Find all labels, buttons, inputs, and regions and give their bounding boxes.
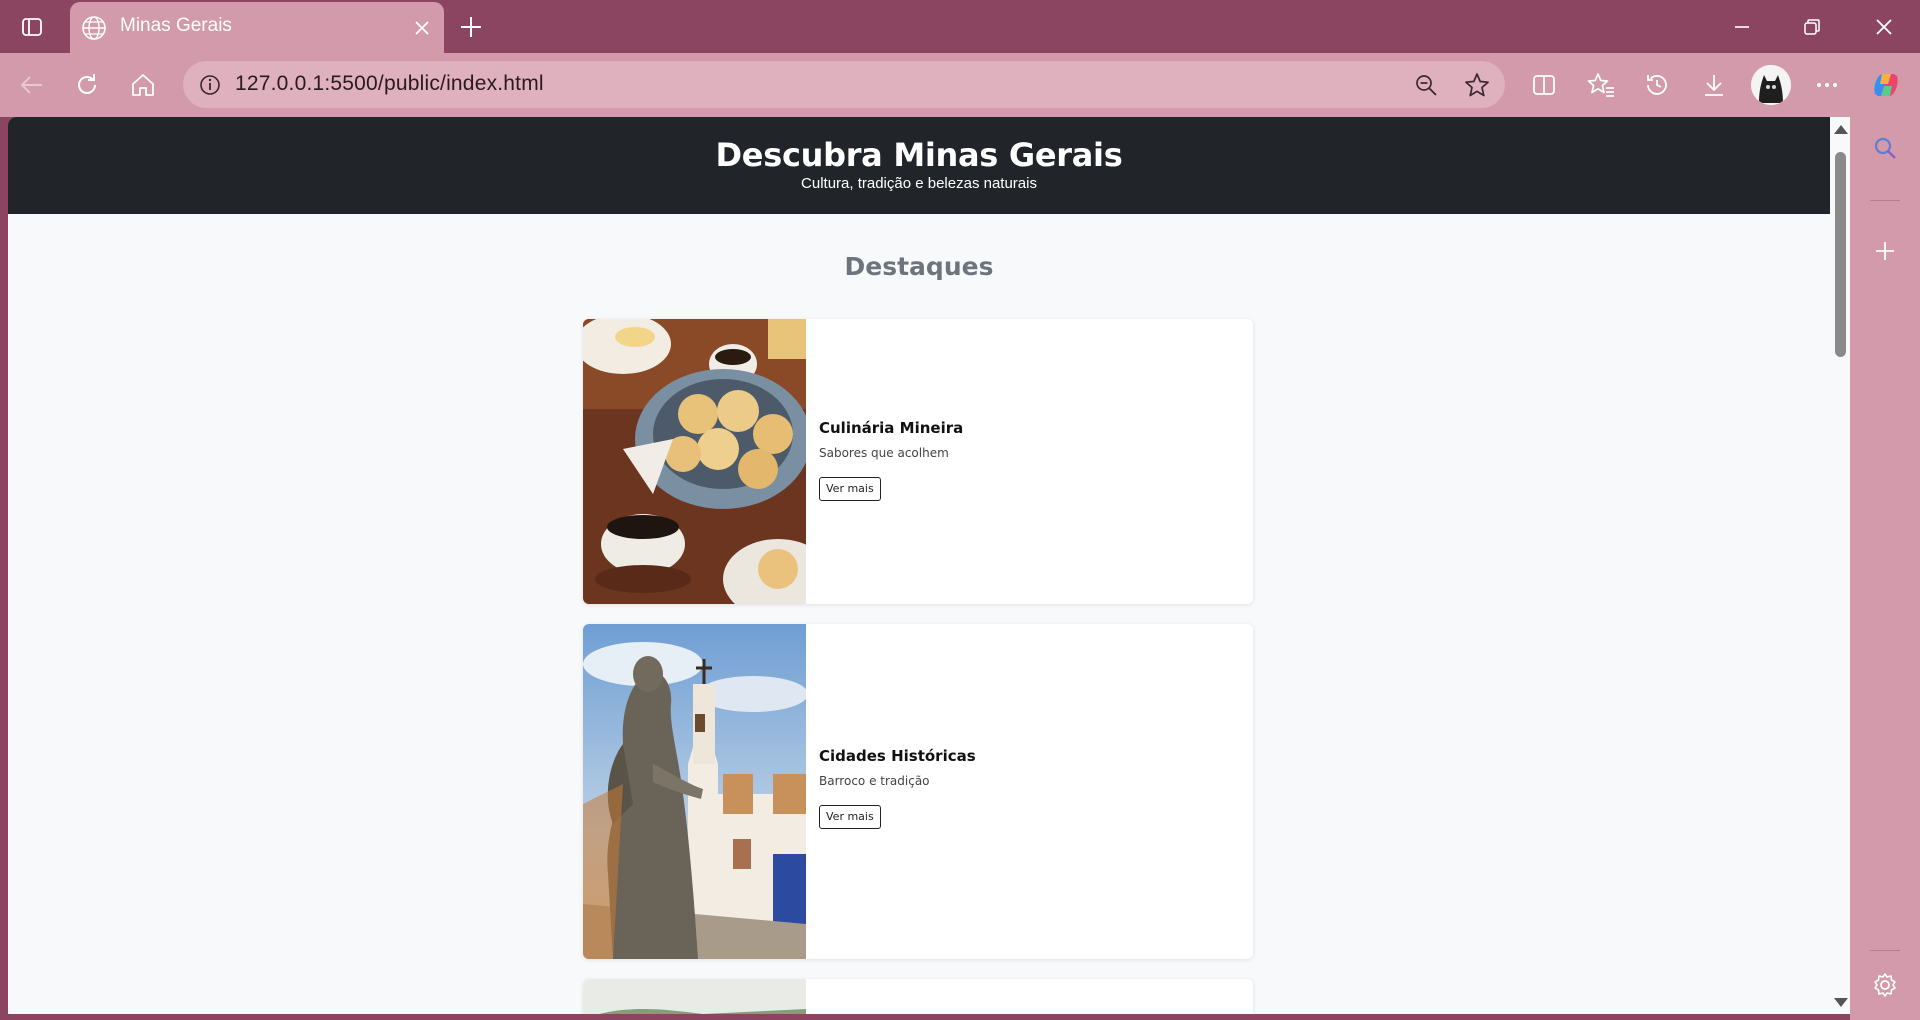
card-culinaria: Culinária Mineira Sabores que acolhem Ve… [583,319,1253,604]
plus-icon [1876,242,1894,260]
address-bar[interactable]: 127.0.0.1:5500/public/index.html [183,61,1505,108]
sidebar-panel [1850,117,1920,1020]
more-options-button[interactable] [1807,65,1847,105]
card-image-culinaria [583,319,806,604]
split-screen-icon [1533,75,1555,95]
card-text: Sabores que acolhem [819,446,949,460]
card-body: Cidades Históricas Barroco e tradição Ve… [819,747,976,829]
search-icon [1874,137,1896,159]
gear-icon [1874,973,1896,997]
zoom-out-button[interactable] [1407,66,1445,104]
close-icon [1876,19,1892,35]
history-icon [1647,75,1667,95]
card-cidades-historicas: Cidades Históricas Barroco e tradição Ve… [583,624,1253,959]
globe-icon [82,16,106,40]
history-button[interactable] [1637,65,1677,105]
copilot-icon [1874,74,1898,96]
restore-button[interactable] [1784,6,1840,48]
close-window-button[interactable] [1856,6,1912,48]
new-tab-button[interactable] [452,8,490,46]
search-button[interactable] [1865,128,1905,168]
card-text: Barroco e tradição [819,774,930,788]
site-title: Descubra Minas Gerais [715,136,1123,174]
card-image-cidades-historicas [583,624,806,959]
page-scrollbar[interactable] [1830,117,1850,1014]
zoom-out-icon [1416,75,1437,96]
page-viewport: Descubra Minas Gerais Cultura, tradição … [8,117,1850,1014]
split-screen-button[interactable] [1524,65,1564,105]
cat-avatar-icon [1751,65,1791,105]
arrow-left-icon [20,76,42,94]
plus-icon [461,17,481,37]
section-title: Destaques [844,252,994,281]
ver-mais-button[interactable]: Ver mais [819,477,881,501]
home-icon [132,74,154,96]
site-header: Descubra Minas Gerais Cultura, tradição … [8,117,1830,214]
restore-icon [1804,19,1820,35]
favorites-icon [1587,73,1614,97]
refresh-icon [78,74,96,94]
star-icon [1465,73,1489,97]
sidebar-divider [1870,950,1900,951]
info-icon [200,75,220,95]
download-icon [1705,75,1723,96]
site-subtitle: Cultura, tradição e belezas naturais [801,175,1037,192]
refresh-button[interactable] [67,65,107,105]
card-title: Cidades Históricas [819,747,976,765]
profile-avatar[interactable] [1751,65,1791,105]
ver-mais-button[interactable]: Ver mais [819,805,881,829]
card-title: Culinária Mineira [819,419,964,437]
home-button[interactable] [123,65,163,105]
tab-bar: Minas Gerais [0,0,1920,53]
card-body: Culinária Mineira Sabores que acolhem Ve… [819,419,963,501]
scrollbar-thumb[interactable] [1835,152,1846,357]
settings-button[interactable] [1865,965,1905,1005]
back-button[interactable] [12,65,52,105]
close-icon [415,21,429,35]
sidebar-divider [1870,200,1900,201]
browser-toolbar: 127.0.0.1:5500/public/index.html [0,53,1920,117]
close-tab-button[interactable] [406,12,438,44]
tab-actions-button[interactable] [12,9,52,44]
tab-title: Minas Gerais [120,15,232,36]
card-image-partial [583,979,806,1014]
minimize-icon [1735,26,1749,28]
minimize-button[interactable] [1714,6,1770,48]
tab-actions-icon [22,17,42,36]
add-sidebar-item-button[interactable] [1865,231,1905,271]
scroll-up-arrow-icon[interactable] [1834,125,1848,134]
copilot-button[interactable] [1866,65,1906,105]
scroll-down-arrow-icon[interactable] [1834,998,1848,1007]
more-icon [1817,83,1837,87]
downloads-button[interactable] [1694,65,1734,105]
favorites-button[interactable] [1581,65,1621,105]
favorite-star-button[interactable] [1458,66,1496,104]
tab-minas-gerais[interactable]: Minas Gerais [70,2,444,53]
card-partial [583,979,1253,1014]
site-info-button[interactable] [193,68,227,102]
url-text: 127.0.0.1:5500/public/index.html [235,72,544,95]
